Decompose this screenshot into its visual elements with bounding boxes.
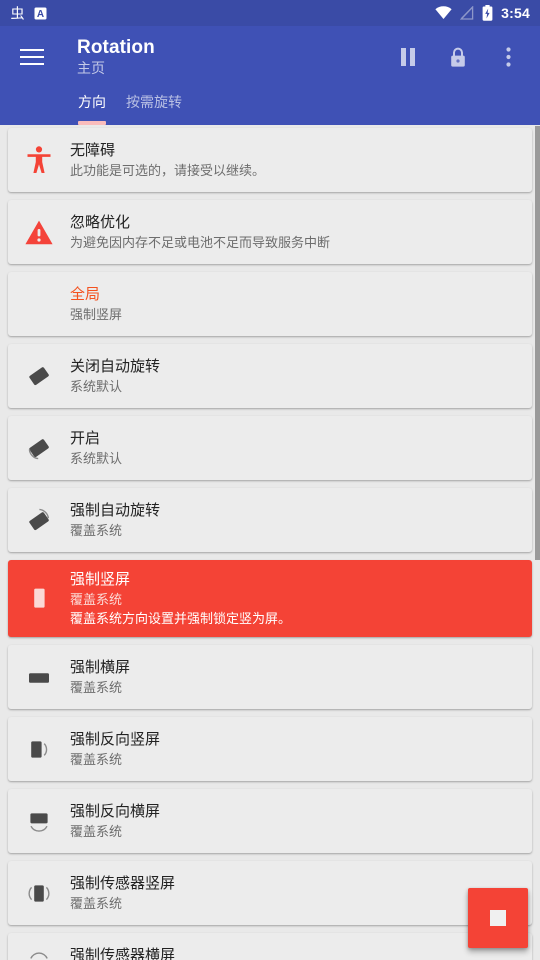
list-item-subtitle: 覆盖系统 — [70, 523, 123, 538]
list-item-title: 强制反向横屏 — [70, 803, 161, 820]
app-title: Rotation — [77, 37, 155, 58]
list-item-description: 覆盖系统方向设置并强制锁定竖为屏。 — [70, 611, 292, 626]
list-item-title: 强制传感器横屏 — [70, 947, 176, 960]
list-item-title: 忽略优化 — [70, 214, 131, 231]
rotation-auto-left-icon — [8, 433, 70, 463]
accessibility-person-icon — [8, 146, 70, 174]
list-item-subtitle: 覆盖系统 — [70, 592, 123, 607]
landscape-icon — [8, 664, 70, 690]
list-item[interactable]: 强制自动旋转 覆盖系统 — [8, 488, 532, 552]
list-item-title: 强制传感器竖屏 — [70, 875, 176, 892]
list-item-title: 强制竖屏 — [70, 571, 131, 588]
list-item-subtitle: 覆盖系统 — [70, 752, 123, 767]
app-bar-row: Rotation 主页 — [0, 26, 540, 88]
bug-icon: 虫 — [10, 5, 25, 21]
status-bar-clock: 3:54 — [501, 5, 530, 21]
lock-closed-icon — [449, 46, 467, 68]
list-item-subtitle: 覆盖系统 — [70, 824, 123, 839]
reverse-portrait-icon — [8, 734, 70, 764]
portrait-icon — [8, 584, 70, 614]
rotation-auto-right-icon — [8, 505, 70, 535]
sensor-landscape-icon — [8, 950, 70, 960]
list-item-title: 开启 — [70, 430, 101, 447]
list-item-subtitle: 系统默认 — [70, 451, 123, 466]
tab-per-app-rotation-label: 按需旋转 — [126, 94, 182, 110]
status-bar-right-icons: 3:54 — [435, 5, 530, 21]
stop-square-icon — [490, 910, 506, 926]
app-subtitle: 主页 — [77, 60, 105, 76]
list-item-subtitle: 此功能是可选的，请接受以继续。 — [70, 163, 266, 178]
list-item[interactable]: 无障碍此功能是可选的，请接受以继续。 — [8, 128, 532, 192]
list-item[interactable]: 开启 系统默认 — [8, 416, 532, 480]
list-item-text: 强制竖屏覆盖系统覆盖系统方向设置并强制锁定竖为屏。 — [70, 569, 305, 628]
sensor-portrait-icon — [8, 878, 70, 908]
navigation-drawer-button[interactable] — [8, 33, 56, 81]
pause-button[interactable] — [384, 33, 432, 81]
list-item-text: 全局 强制竖屏 — [70, 284, 136, 324]
list-item-title: 无障碍 — [70, 142, 116, 159]
list-item-text: 强制自动旋转 覆盖系统 — [70, 500, 174, 540]
list-item[interactable]: 强制竖屏覆盖系统覆盖系统方向设置并强制锁定竖为屏。 — [8, 560, 532, 637]
overflow-menu-button[interactable] — [484, 33, 532, 81]
list-item-text: 强制反向横屏 覆盖系统 — [70, 801, 174, 841]
list-item-subtitle: 覆盖系统 — [70, 680, 123, 695]
list-item-title: 强制反向竖屏 — [70, 731, 161, 748]
list-item-text: 强制横屏 覆盖系统 — [70, 657, 144, 697]
list-item-subtitle: 覆盖系统 — [70, 896, 123, 911]
warning-triangle-icon — [8, 220, 70, 245]
battery-charging-icon — [482, 5, 493, 21]
list-item-text: 强制传感器横屏覆盖系统 — [70, 945, 189, 960]
list-item[interactable]: 关闭自动旋转 系统默认 — [8, 344, 532, 408]
boxed-letter-a-icon: A — [34, 7, 47, 20]
list-item[interactable]: 忽略优化为避免因内存不足或电池不足而导致服务中断 — [8, 200, 532, 264]
list-item-title: 全局 — [70, 286, 101, 303]
list-item-title: 强制横屏 — [70, 659, 131, 676]
list-item-text: 无障碍此功能是可选的，请接受以继续。 — [70, 140, 279, 180]
more-vertical-icon — [505, 47, 511, 67]
list-item[interactable]: 强制反向横屏 覆盖系统 — [8, 789, 532, 853]
list-item-text: 忽略优化为避免因内存不足或电池不足而导致服务中断 — [70, 212, 344, 252]
no-signal-icon — [460, 6, 474, 20]
app-bar: Rotation 主页 方向 按需旋转 — [0, 26, 540, 125]
pause-icon — [400, 48, 416, 66]
list-item-subtitle: 系统默认 — [70, 379, 123, 394]
list-item-text: 强制反向竖屏 覆盖系统 — [70, 729, 174, 769]
lock-button[interactable] — [434, 33, 482, 81]
status-bar: 虫 A 3:54 — [0, 0, 540, 26]
wifi-icon — [435, 6, 452, 20]
svg-text:虫: 虫 — [10, 7, 24, 21]
list-item[interactable]: 全局 强制竖屏 — [8, 272, 532, 336]
hamburger-menu-icon — [20, 48, 44, 66]
list-item[interactable]: 强制横屏 覆盖系统 — [8, 645, 532, 709]
list-item-subtitle: 为避免因内存不足或电池不足而导致服务中断 — [70, 235, 331, 250]
tab-orientation[interactable]: 方向 — [68, 88, 116, 125]
list-scrollbar-thumb[interactable] — [535, 126, 540, 560]
svg-text:A: A — [37, 9, 44, 20]
stop-service-fab[interactable] — [468, 888, 528, 948]
app-screen: 虫 A 3:54 Rotation 主页 方向 按需旋转 无障碍 此功能是可选的… — [0, 0, 540, 960]
app-bar-actions — [384, 33, 532, 81]
tab-bar: 方向 按需旋转 — [0, 88, 540, 125]
list-item-text: 开启 系统默认 — [70, 428, 136, 468]
rotation-locked-icon — [8, 361, 70, 391]
list-item-title: 强制自动旋转 — [70, 502, 161, 519]
app-bar-titles: Rotation 主页 — [77, 36, 155, 78]
status-bar-left-icons: 虫 A — [10, 5, 47, 21]
list-item[interactable]: 强制传感器竖屏 覆盖系统 — [8, 861, 532, 925]
orientation-list[interactable]: 无障碍此功能是可选的，请接受以继续。 忽略优化为避免因内存不足或电池不足而导致服务… — [0, 125, 540, 960]
reverse-landscape-icon — [8, 807, 70, 835]
list-item[interactable]: 强制反向竖屏 覆盖系统 — [8, 717, 532, 781]
list-item-text: 关闭自动旋转 系统默认 — [70, 356, 174, 396]
list-item-subtitle: 强制竖屏 — [70, 307, 123, 322]
list-item-title: 关闭自动旋转 — [70, 358, 161, 375]
tab-orientation-label: 方向 — [78, 94, 106, 110]
tab-per-app-rotation[interactable]: 按需旋转 — [116, 88, 192, 125]
list-item-text: 强制传感器竖屏 覆盖系统 — [70, 873, 189, 913]
list-scrollbar[interactable] — [535, 126, 540, 960]
list-item[interactable]: 强制传感器横屏覆盖系统 — [8, 933, 532, 960]
